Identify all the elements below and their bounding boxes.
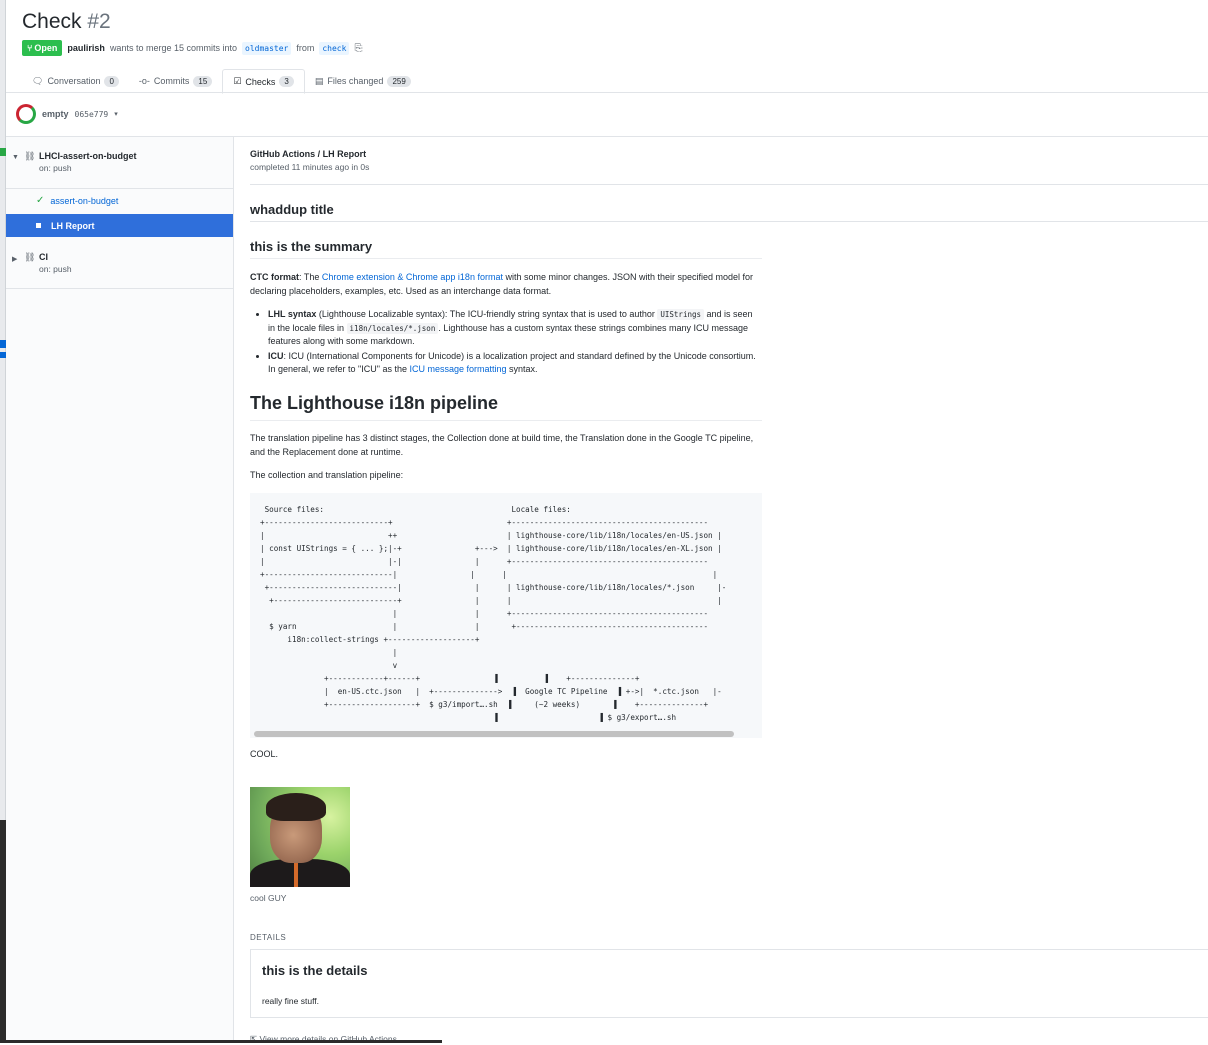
run-heading: whaddup title [250, 202, 334, 217]
status-badge: ⑂ Open [22, 40, 63, 56]
lhl-label: LHL syntax [268, 309, 317, 319]
file-diff-icon: ▤ [314, 75, 324, 86]
scrollbar-thumb[interactable] [254, 731, 734, 737]
diagram-text: Source files: Locale files: +-----------… [260, 505, 727, 722]
status-ring-icon [16, 104, 36, 124]
caret-right-icon[interactable]: ▶ [12, 255, 20, 263]
check-run-item-selected[interactable]: LH Report [6, 214, 233, 237]
person-photo [250, 787, 350, 887]
summary-paragraph: CTC format: The Chrome extension & Chrom… [250, 271, 762, 298]
tab-counter: 259 [387, 75, 411, 87]
divider [250, 258, 762, 259]
details-text: really fine stuff. [262, 996, 320, 1006]
checklist-icon: ☑ [233, 76, 242, 86]
text: : The [299, 272, 322, 282]
commit-icon: -o- [138, 76, 150, 86]
tab-checks[interactable]: ☑ Checks 3 [222, 69, 305, 94]
workflow-icon: ⛓ [24, 252, 36, 262]
ctc-link[interactable]: Chrome extension & Chrome app i18n forma… [322, 272, 503, 282]
list-item: LHL syntax (Lighthouse Localizable synta… [268, 308, 762, 349]
icu-link[interactable]: ICU message formatting [409, 364, 506, 374]
status-badge-label: Open [34, 43, 58, 53]
summary-heading: this is the summary [250, 239, 373, 254]
text: syntax. [506, 364, 538, 374]
commit-selector[interactable]: empty 065e779 ▾ [16, 104, 118, 124]
divider [250, 184, 1208, 185]
check-suite[interactable]: ▼ ⛓ LHCI-assert-on-budget on: push [6, 151, 233, 173]
text: The translation pipeline has 3 distinct … [250, 433, 754, 457]
photo-body [250, 859, 350, 887]
text: cool GUY [250, 893, 287, 903]
ctc-label: CTC format [250, 272, 299, 282]
suite-trigger: on: push [39, 163, 72, 173]
tab-conversation[interactable]: 🗨 Conversation 0 [22, 69, 129, 93]
tab-label: Commits [153, 76, 190, 86]
inline-code: i18n/locales/*.json [346, 322, 439, 334]
page-title: Check #2 [22, 10, 111, 34]
tab-label: Conversation [47, 76, 101, 86]
details-label: DETAILS [250, 933, 287, 942]
check-icon: ✓ [36, 195, 45, 206]
tab-commits[interactable]: -o- Commits 15 [129, 69, 222, 93]
text: COOL. [250, 749, 279, 759]
cool-paragraph: COOL. [250, 748, 762, 762]
tab-counter: 3 [279, 76, 294, 87]
code-block[interactable]: Source files: Locale files: +-----------… [250, 493, 762, 738]
run-title: GitHub Actions / LH Report [250, 149, 367, 159]
text: The collection and translation pipeline: [250, 470, 404, 480]
photo-hair [266, 793, 326, 821]
checks-sidebar: ▼ ⛓ LHCI-assert-on-budget on: push ✓ ass… [6, 137, 234, 1043]
chevron-down-icon: ▾ [114, 111, 118, 118]
head-branch[interactable]: check [319, 41, 350, 55]
merge-text: wants to merge 15 commits into [109, 43, 237, 53]
copy-icon[interactable]: ⎘ [354, 43, 362, 54]
image-caption: cool GUY [250, 892, 762, 906]
pr-title-text: Check [22, 10, 82, 33]
pr-number: #2 [87, 10, 111, 33]
comment-icon: 🗨 [32, 75, 44, 86]
tabs-divider [6, 92, 1208, 93]
run-header: GitHub Actions / LH Report completed 11 … [250, 149, 369, 172]
details-title: this is the details [262, 963, 368, 978]
check-run-label: LH Report [51, 220, 95, 231]
caret-down-icon[interactable]: ▼ [12, 154, 20, 161]
suite-name: CI [39, 252, 48, 262]
commit-sha: 065e779 [74, 109, 109, 119]
from-text: from [296, 43, 315, 53]
check-run-label: assert-on-budget [50, 195, 119, 206]
inline-code: UIStrings [657, 309, 705, 320]
tab-files-changed[interactable]: ▤ Files changed 259 [305, 69, 421, 93]
author-link[interactable]: paulirish [67, 43, 105, 53]
pipeline-heading: The Lighthouse i18n pipeline [250, 393, 762, 421]
details-box: this is the details really fine stuff. [250, 949, 1208, 1018]
check-suite[interactable]: ▶ ⛓ CI on: push [6, 252, 233, 274]
check-run-item[interactable]: ✓ assert-on-budget [6, 189, 233, 212]
pr-tabs: 🗨 Conversation 0 -o- Commits 15 ☑ Checks… [22, 68, 421, 94]
list-item: ICU: ICU (International Components for U… [268, 350, 762, 377]
tab-label: Checks [245, 76, 276, 87]
suite-name: LHCI-assert-on-budget [39, 151, 137, 161]
base-branch[interactable]: oldmaster [242, 41, 292, 55]
divider [250, 221, 1208, 222]
photo-lanyard [294, 861, 298, 887]
divider [6, 288, 233, 289]
tab-counter: 0 [104, 75, 119, 87]
workflow-icon: ⛓ [24, 151, 36, 161]
square-icon [36, 223, 41, 228]
text: (Lighthouse Localizable syntax): The ICU… [316, 309, 658, 319]
icu-label: ICU [268, 350, 284, 361]
tab-counter: 15 [193, 75, 213, 87]
run-subtitle: completed 11 minutes ago in 0s [250, 162, 370, 172]
pipeline-paragraph: The collection and translation pipeline: [250, 469, 762, 483]
tab-label: Files changed [327, 76, 384, 86]
pull-request-icon: ⑂ [27, 43, 33, 53]
scrollbar[interactable] [250, 728, 762, 738]
commit-name: empty [42, 109, 69, 119]
summary-list: LHL syntax (Lighthouse Localizable synta… [250, 308, 762, 378]
suite-trigger: on: push [39, 264, 72, 274]
pr-meta: ⑂ Open paulirish wants to merge 15 commi… [22, 40, 362, 56]
pipeline-paragraph: The translation pipeline has 3 distinct … [250, 432, 762, 459]
